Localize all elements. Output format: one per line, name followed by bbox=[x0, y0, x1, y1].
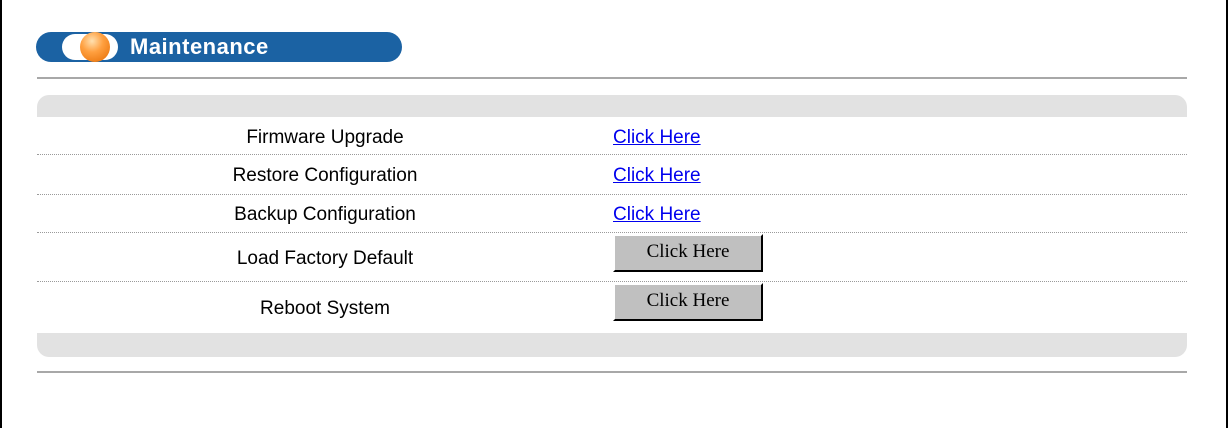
restore-configuration-link[interactable]: Click Here bbox=[613, 165, 701, 187]
firmware-upgrade-link[interactable]: Click Here bbox=[613, 127, 701, 149]
maintenance-table: Firmware Upgrade Click Here Restore Conf… bbox=[37, 117, 1187, 333]
window-border-left bbox=[0, 0, 2, 428]
firmware-upgrade-label: Firmware Upgrade bbox=[246, 127, 404, 148]
backup-configuration-label: Backup Configuration bbox=[234, 204, 416, 225]
load-factory-default-button[interactable]: Click Here bbox=[613, 234, 763, 272]
reboot-system-button[interactable]: Click Here bbox=[613, 283, 763, 321]
row-load-factory-default: Load Factory Default Click Here bbox=[37, 233, 1187, 282]
restore-configuration-label: Restore Configuration bbox=[232, 165, 418, 186]
row-firmware-upgrade: Firmware Upgrade Click Here bbox=[37, 117, 1187, 155]
reboot-system-label: Reboot System bbox=[260, 298, 390, 319]
bottom-divider bbox=[37, 371, 1187, 373]
orange-ball-icon bbox=[80, 32, 110, 62]
page-title: Maintenance bbox=[130, 34, 269, 59]
page-title-banner: Maintenance bbox=[36, 32, 402, 62]
top-divider bbox=[37, 77, 1187, 79]
load-factory-default-label: Load Factory Default bbox=[236, 248, 414, 269]
row-restore-configuration: Restore Configuration Click Here bbox=[37, 155, 1187, 195]
row-backup-configuration: Backup Configuration Click Here bbox=[37, 195, 1187, 233]
row-reboot-system: Reboot System Click Here bbox=[37, 282, 1187, 333]
backup-configuration-link[interactable]: Click Here bbox=[613, 204, 701, 226]
